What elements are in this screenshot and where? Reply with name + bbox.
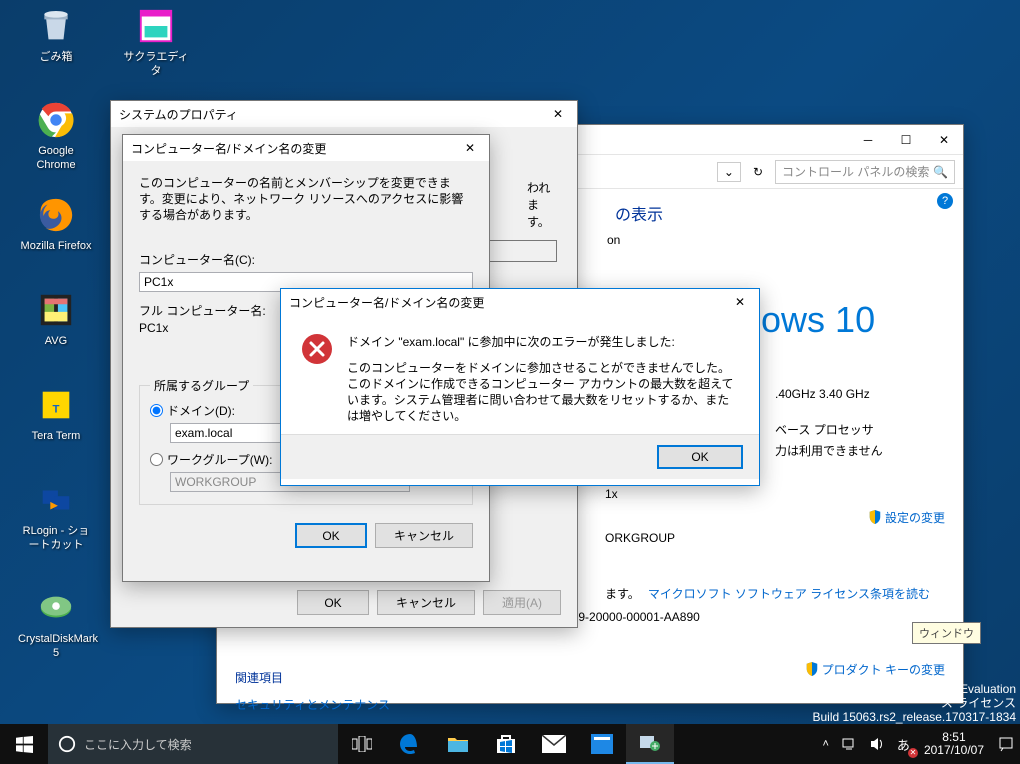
taskbar-app-edge[interactable] <box>386 724 434 764</box>
search-icon: 🔍 <box>933 165 948 179</box>
chevron-down-icon[interactable]: ⌄ <box>717 162 741 182</box>
change-settings-link[interactable]: 設定の変更 <box>868 509 945 526</box>
taskbar-app-mail[interactable] <box>530 724 578 764</box>
cancel-button[interactable]: キャンセル <box>375 523 473 548</box>
computer-name-label: コンピューター名(C): <box>139 251 473 268</box>
tray-notifications-icon[interactable] <box>992 724 1020 764</box>
firefox-icon <box>36 195 76 235</box>
desktop-icon-firefox[interactable]: Mozilla Firefox <box>18 195 94 253</box>
sysprop-buttons: OK キャンセル 適用(A) <box>297 590 561 615</box>
windows-edition-word: on <box>607 233 945 247</box>
recycle-bin-icon <box>36 6 76 46</box>
taskbar-app-explorer[interactable] <box>434 724 482 764</box>
system-heading: の表示 <box>615 201 945 225</box>
computer-name-val: 1x <box>605 487 945 501</box>
taskview-button[interactable] <box>338 724 386 764</box>
tray-clock[interactable]: 8:51 2017/10/07 <box>916 731 992 757</box>
svg-text:T: T <box>53 404 60 416</box>
crystaldiskmark-icon <box>36 588 76 628</box>
member-of-legend: 所属するグループ <box>150 377 253 394</box>
tray-network-icon[interactable] <box>835 724 863 764</box>
tray-ime-icon[interactable]: あ✕ <box>891 724 916 764</box>
desktop-icon-sakura[interactable]: サクラエディタ <box>118 6 194 78</box>
desktop-icon-cdm[interactable]: CrystalDiskMark 5 <box>18 588 94 660</box>
ok-button[interactable]: OK <box>295 523 367 548</box>
teraterm-icon: T <box>36 385 76 425</box>
system-tray: ˄ あ✕ 8:51 2017/10/07 <box>816 724 1020 764</box>
taskbar-app-generic1[interactable] <box>578 724 626 764</box>
help-icon[interactable]: ? <box>937 193 953 209</box>
desktop-icon-rlogin[interactable]: RLogin - ショートカット <box>18 480 94 552</box>
rlogin-icon <box>36 480 76 520</box>
refresh-icon[interactable]: ↻ <box>747 163 769 181</box>
minimize-button[interactable]: ─ <box>849 127 887 153</box>
cancel-button[interactable]: キャンセル <box>377 590 475 615</box>
product-key-link[interactable]: プロダクト キーの変更 <box>805 661 945 678</box>
error-body: このコンピューターをドメインに参加させることができませんでした。このドメインに作… <box>347 360 739 424</box>
security-maintenance-link[interactable]: セキュリティとメンテナンス <box>235 696 390 713</box>
tooltip: ウィンドウ <box>912 622 981 644</box>
error-titlebar[interactable]: コンピューター名/ドメイン名の変更 ✕ <box>281 289 759 315</box>
cortana-icon <box>58 735 76 753</box>
error-dialog: コンピューター名/ドメイン名の変更 ✕ ドメイン "exam.local" に参… <box>280 288 760 486</box>
cpu-speed: .40GHz 3.40 GHz <box>775 387 945 401</box>
start-button[interactable] <box>0 724 48 764</box>
desktop-icon-recycle-bin[interactable]: ごみ箱 <box>18 6 94 64</box>
taskbar-app-store[interactable] <box>482 724 530 764</box>
desktop-icon-teraterm[interactable]: T Tera Term <box>18 385 94 443</box>
activation-row: ます。 マイクロソフト ソフトウェア ライセンス条項を読む <box>605 585 945 602</box>
rename-titlebar[interactable]: コンピューター名/ドメイン名の変更 ✕ <box>123 135 489 161</box>
desktop-icon-avg[interactable]: AVG <box>18 290 94 348</box>
ok-button[interactable]: OK <box>297 590 369 615</box>
close-button[interactable]: ✕ <box>721 289 759 315</box>
rename-description: このコンピューターの名前とメンバーシップを変更できます。変更により、ネットワーク… <box>139 175 473 223</box>
error-icon <box>301 333 333 424</box>
sakura-editor-icon <box>136 6 176 46</box>
chrome-icon <box>36 100 76 140</box>
taskbar-search[interactable]: ここに入力して検索 <box>48 724 338 764</box>
related-header: 関連項目 <box>235 669 390 686</box>
close-button[interactable]: ✕ <box>539 101 577 127</box>
close-button[interactable]: ✕ <box>925 127 963 153</box>
taskbar-app-active[interactable] <box>626 724 674 764</box>
proc-type: ベース プロセッサ <box>775 421 945 438</box>
close-button[interactable]: ✕ <box>451 135 489 161</box>
maximize-button[interactable]: ☐ <box>887 127 925 153</box>
taskbar: ここに入力して検索 ˄ あ✕ 8:51 2017/10/07 <box>0 724 1020 764</box>
evaluation-badge: Evaluation ス ライセンス Build 15063.rs2_relea… <box>813 682 1017 724</box>
error-heading: ドメイン "exam.local" に参加中に次のエラーが発生しました: <box>347 333 739 350</box>
apply-button[interactable]: 適用(A) <box>483 590 561 615</box>
license-terms-link[interactable]: マイクロソフト ソフトウェア ライセンス条項を読む <box>648 585 930 602</box>
sysprop-titlebar[interactable]: システムのプロパティ ✕ <box>111 101 577 127</box>
ok-button[interactable]: OK <box>657 445 743 469</box>
workgroup-val: ORKGROUP <box>605 531 945 545</box>
tray-chevron-up-icon[interactable]: ˄ <box>816 724 834 764</box>
control-panel-search[interactable]: コントロール パネルの検索 🔍 <box>775 160 955 184</box>
avg-icon <box>36 290 76 330</box>
desktop-icon-chrome[interactable]: Google Chrome <box>18 100 94 172</box>
touch-info: 力は利用できません <box>775 442 945 459</box>
tray-volume-icon[interactable] <box>863 724 891 764</box>
sysprop-desc-fragment: われます。 <box>527 179 561 230</box>
